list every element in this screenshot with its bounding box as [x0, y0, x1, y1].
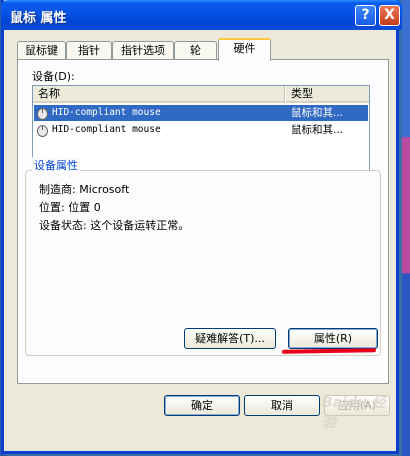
- tab-pointers[interactable]: 指针: [66, 41, 112, 60]
- mouse-icon: [37, 108, 48, 120]
- watermark: Baidu 经验: [322, 395, 386, 431]
- device-row[interactable]: HID-compliant mouse 鼠标和其...: [34, 105, 368, 121]
- column-header-type[interactable]: 类型: [286, 86, 369, 103]
- tab-wheel[interactable]: 轮: [174, 41, 217, 60]
- device-status-text: 设备状态: 这个设备运转正常。: [39, 219, 190, 232]
- troubleshoot-button[interactable]: 疑难解答(T)...: [184, 328, 276, 349]
- properties-button[interactable]: 属性(R): [288, 328, 378, 349]
- device-list[interactable]: 名称 类型 HID-compliant mouse 鼠标和其... HID-co…: [32, 85, 370, 171]
- column-header-name[interactable]: 名称: [33, 86, 285, 103]
- desktop-background-right: [402, 0, 410, 456]
- hardware-panel: 设备(D): 名称 类型 HID-compliant mouse 鼠标和其...…: [17, 59, 389, 384]
- ok-button[interactable]: 确定: [164, 395, 240, 416]
- location-text: 位置: 位置 0: [39, 201, 101, 214]
- device-name: HID-compliant mouse: [52, 107, 161, 118]
- device-name: HID-compliant mouse: [52, 124, 161, 135]
- device-properties-title: 设备属性: [32, 157, 80, 173]
- mouse-properties-dialog: 鼠标 属性 ? X 鼠标键 指针 指针选项 轮 硬件 设备(D): 名称 类型 …: [1, 0, 402, 454]
- help-icon[interactable]: ?: [355, 5, 376, 26]
- title-bar[interactable]: 鼠标 属性 ? X: [1, 0, 402, 30]
- window-title: 鼠标 属性: [10, 11, 67, 26]
- device-type: 鼠标和其...: [291, 107, 344, 119]
- manufacturer-text: 制造商: Microsoft: [39, 183, 130, 196]
- tab-pointer-options[interactable]: 指针选项: [112, 41, 174, 60]
- tab-buttons[interactable]: 鼠标键: [17, 41, 66, 60]
- device-type: 鼠标和其...: [291, 124, 344, 136]
- cancel-button[interactable]: 取消: [244, 395, 320, 416]
- device-row[interactable]: HID-compliant mouse 鼠标和其...: [34, 122, 368, 138]
- tab-hardware[interactable]: 硬件: [218, 38, 271, 61]
- mouse-icon: [37, 125, 48, 137]
- devices-label: 设备(D):: [32, 70, 75, 83]
- close-icon[interactable]: X: [379, 5, 400, 26]
